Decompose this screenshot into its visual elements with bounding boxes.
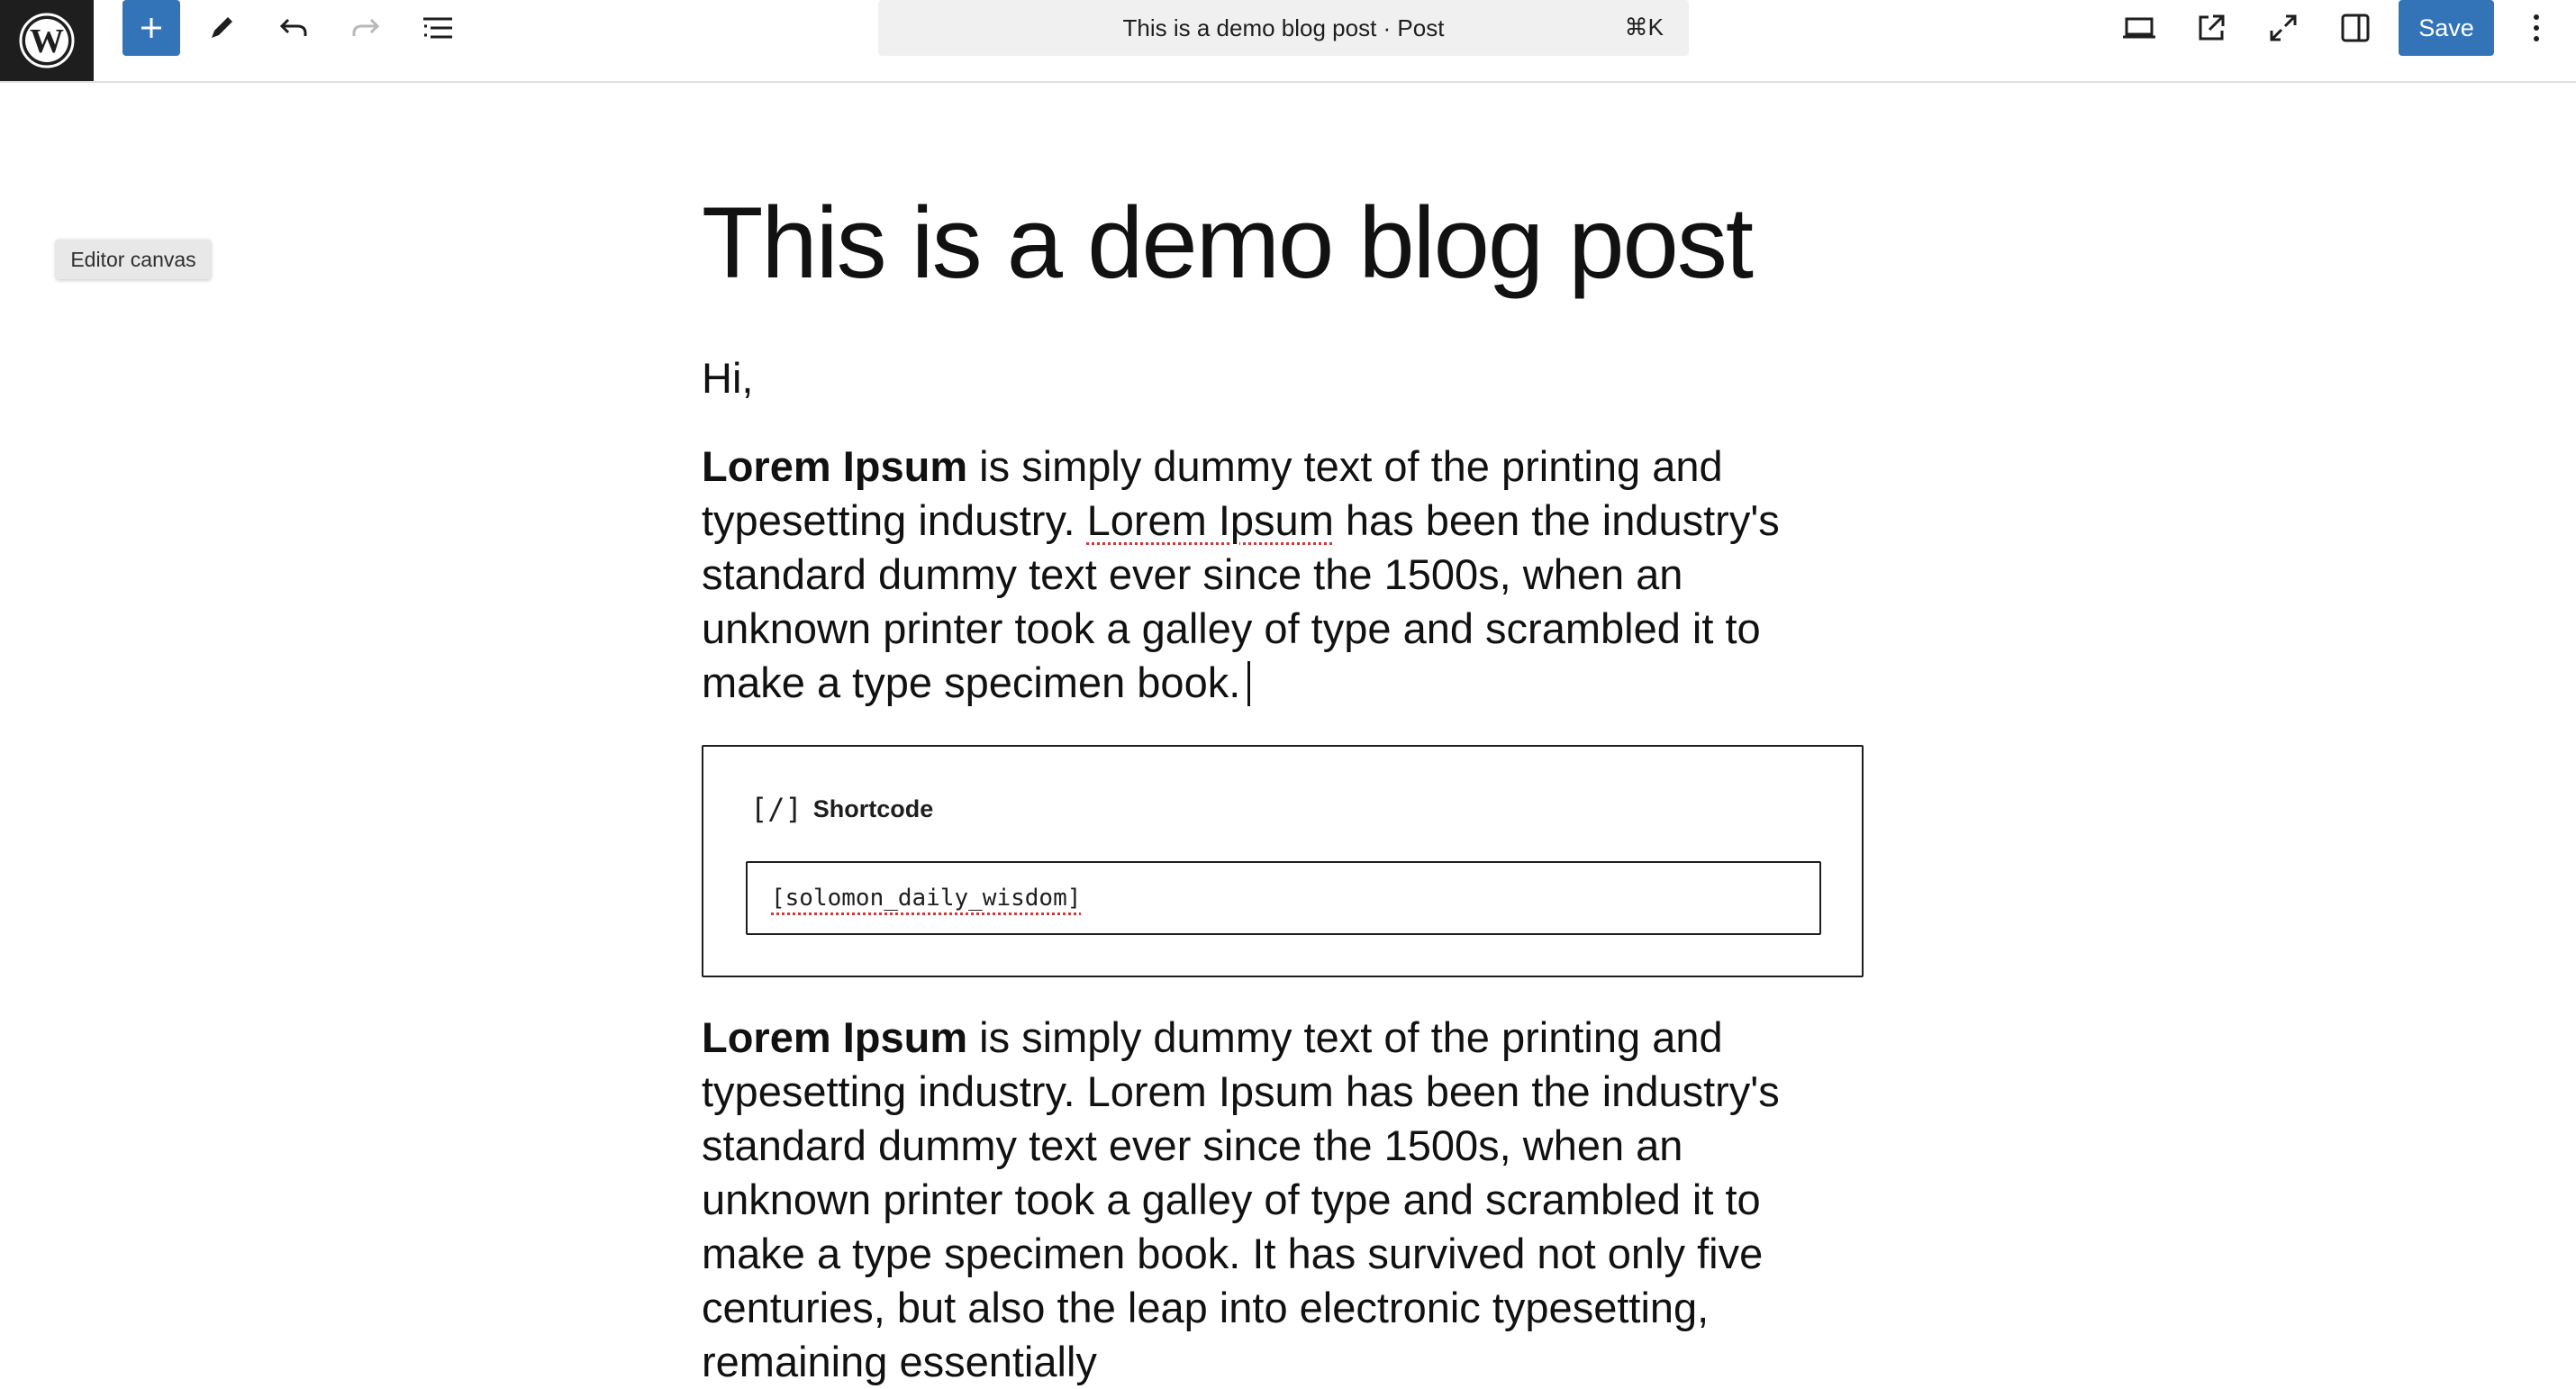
fullscreen-button[interactable] (2254, 0, 2312, 56)
bold-lead-text: Lorem Ipsum (702, 442, 968, 490)
command-palette-shortcut: ⌘K (1624, 14, 1664, 41)
sidebar-icon (2341, 14, 2370, 42)
undo-icon (279, 18, 307, 36)
preview-button[interactable] (2110, 0, 2168, 56)
undo-button[interactable] (265, 0, 322, 56)
text-cursor (1247, 661, 1251, 706)
spellcheck-flagged-text: Lorem Ipsum (1086, 496, 1334, 544)
wordpress-icon: W (19, 13, 75, 68)
editor-header: W This is a demo blog post · Post ⌘K Sav… (0, 0, 2576, 83)
block-inserter-button[interactable] (122, 0, 180, 56)
redo-button[interactable] (337, 0, 395, 56)
post-title[interactable]: This is a demo blog post (702, 185, 1754, 302)
paragraph-block-2[interactable]: Lorem Ipsum is simply dummy text of the … (702, 1011, 1864, 1389)
desktop-preview-icon (2123, 17, 2155, 39)
document-bar[interactable]: This is a demo blog post · Post ⌘K (878, 0, 1689, 56)
svg-text:W: W (30, 23, 64, 60)
more-vertical-icon (2534, 14, 2539, 41)
shortcode-icon: [/] (750, 792, 803, 826)
shortcode-label-row: [/] Shortcode (750, 792, 933, 826)
wordpress-logo-button[interactable]: W (0, 0, 94, 81)
shortcode-block[interactable]: [/] Shortcode [solomon_daily_wisdom] (702, 745, 1864, 977)
redo-icon (352, 18, 380, 36)
save-button[interactable]: Save (2399, 0, 2494, 56)
bold-lead-text: Lorem Ipsum (702, 1013, 968, 1061)
shortcode-input[interactable]: [solomon_daily_wisdom] (746, 861, 1821, 935)
document-title: This is a demo blog post · Post (1122, 14, 1445, 41)
shortcode-value: [solomon_daily_wisdom] (771, 885, 1082, 912)
shortcode-label: Shortcode (812, 794, 934, 822)
editor-canvas-tooltip: Editor canvas (56, 240, 211, 279)
list-view-icon (423, 17, 452, 39)
document-overview-button[interactable] (409, 0, 467, 56)
paragraph-text: is simply dummy text of the printing and… (702, 1013, 1780, 1385)
greeting-paragraph[interactable]: Hi, (702, 351, 1864, 405)
tools-button[interactable] (193, 0, 250, 56)
pencil-icon (212, 17, 232, 38)
plus-icon (141, 18, 161, 38)
view-post-button[interactable] (2182, 0, 2240, 56)
paragraph-block-1[interactable]: Lorem Ipsum is simply dummy text of the … (702, 440, 1864, 710)
settings-sidebar-button[interactable] (2327, 0, 2384, 56)
external-link-icon (2199, 14, 2225, 41)
options-button[interactable] (2508, 0, 2565, 56)
fullscreen-icon (2270, 14, 2297, 41)
